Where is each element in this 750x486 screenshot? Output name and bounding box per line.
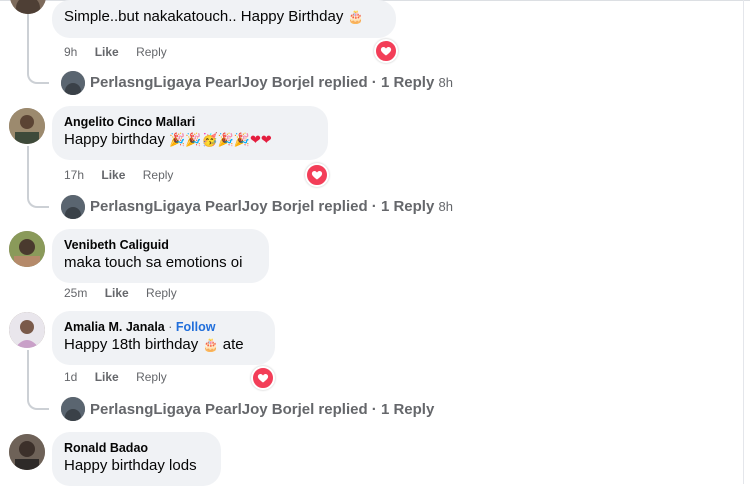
party-heart-emojis: 🎉🎉🥳🎉🎉❤❤	[169, 133, 272, 148]
view-replies-link[interactable]: PerlasngLigaya PearlJoy Borjel replied ·…	[90, 197, 453, 217]
thread-line	[27, 14, 29, 72]
like-button[interactable]: Like	[101, 168, 125, 182]
comment-text: Happy birthday 🎉🎉🥳🎉🎉❤❤	[64, 131, 272, 148]
commenter-avatar[interactable]	[9, 231, 45, 267]
comment-author[interactable]: Angelito Cinco Mallari	[64, 114, 316, 130]
heart-reaction-icon[interactable]	[305, 163, 329, 187]
commenter-avatar[interactable]	[9, 312, 45, 348]
avatar-image	[61, 71, 85, 95]
like-button[interactable]: Like	[105, 286, 129, 300]
reply-button[interactable]: Reply	[143, 168, 174, 182]
commenter-avatar[interactable]	[9, 434, 45, 470]
comment-author[interactable]: Venibeth Caliguid	[64, 237, 257, 253]
comment-text: Simple..but nakakatouch.. Happy Birthday…	[64, 8, 364, 25]
cake-emoji: 🎂	[347, 10, 364, 25]
avatar-image	[9, 434, 45, 470]
avatar-image	[9, 312, 45, 348]
view-replies-link[interactable]: PerlasngLigaya PearlJoy Borjel replied ·…	[90, 400, 434, 420]
right-divider	[743, 0, 744, 484]
reply-button[interactable]: Reply	[136, 45, 167, 59]
comment-bubble: Simple..but nakakatouch.. Happy Birthday…	[52, 0, 396, 38]
avatar-image	[61, 195, 85, 219]
comment-actions: 9h Like Reply	[64, 44, 181, 60]
commenter-avatar[interactable]	[10, 0, 46, 14]
heart-reaction-icon[interactable]	[374, 39, 398, 63]
thread-line	[27, 350, 29, 398]
heart-reaction-icon[interactable]	[251, 366, 275, 390]
comment-bubble: Ronald Badao Happy birthday lods	[52, 432, 221, 486]
reply-button[interactable]: Reply	[136, 370, 167, 384]
comment-text: Happy birthday lods	[64, 457, 197, 474]
comment-time[interactable]: 25m	[64, 286, 87, 300]
thread-elbow	[27, 70, 49, 84]
like-button[interactable]: Like	[95, 370, 119, 384]
thread-elbow	[27, 194, 49, 208]
comment-time[interactable]: 17h	[64, 168, 84, 182]
comment-time[interactable]: 1d	[64, 370, 77, 384]
comment-text: maka touch sa emotions oi	[64, 254, 243, 271]
comment-bubble: Venibeth Caliguid maka touch sa emotions…	[52, 229, 269, 283]
avatar-image	[9, 108, 45, 144]
cake-emoji: 🎂	[202, 338, 219, 353]
comment-author[interactable]: Amalia M. Janala	[64, 320, 165, 334]
comment-actions: 25m Like Reply	[64, 285, 191, 301]
comment-bubble: Angelito Cinco Mallari Happy birthday 🎉🎉…	[52, 106, 328, 160]
commenter-avatar[interactable]	[9, 108, 45, 144]
comment-text: Happy 18th birthday 🎂 ate	[64, 336, 244, 353]
avatar-image	[9, 231, 45, 267]
comment-actions: 1d Like Reply	[64, 369, 181, 385]
avatar-image	[61, 397, 85, 421]
view-replies-link[interactable]: PerlasngLigaya PearlJoy Borjel replied ·…	[90, 73, 453, 93]
replier-avatar[interactable]	[61, 71, 85, 95]
comment-author-line: Amalia M. Janala · Follow	[64, 320, 216, 334]
comment-bubble: Amalia M. Janala · Follow Happy 18th bir…	[52, 311, 275, 365]
avatar-image	[10, 0, 46, 14]
replier-avatar[interactable]	[61, 397, 85, 421]
reply-button[interactable]: Reply	[146, 286, 177, 300]
thread-elbow	[27, 396, 49, 410]
thread-line	[27, 146, 29, 196]
like-button[interactable]: Like	[95, 45, 119, 59]
replier-avatar[interactable]	[61, 195, 85, 219]
comment-author[interactable]: Ronald Badao	[64, 440, 209, 456]
comment-actions: 17h Like Reply	[64, 167, 187, 183]
follow-button[interactable]: Follow	[176, 320, 216, 334]
comment-time[interactable]: 9h	[64, 45, 77, 59]
